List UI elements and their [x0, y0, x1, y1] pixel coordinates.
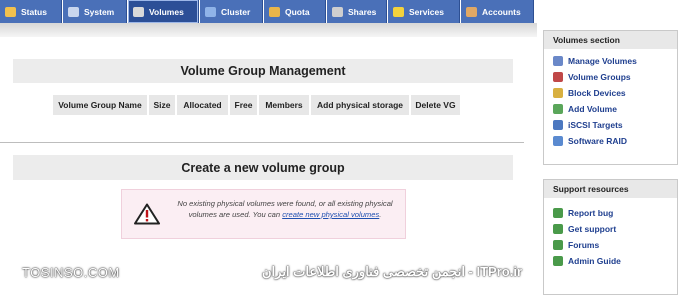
- volume-group-table-header: Volume Group Name Size Allocated Free Me…: [53, 95, 462, 115]
- column-header: Size: [149, 95, 175, 115]
- column-header: Add physical storage: [311, 95, 409, 115]
- tab-status[interactable]: Status: [0, 0, 62, 23]
- sidebar-item-get-support[interactable]: Get support: [544, 221, 677, 237]
- top-nav-tabs: Status System Volumes Cluster Quota Shar…: [0, 0, 678, 23]
- services-icon: [393, 6, 404, 17]
- create-physical-volumes-link[interactable]: create new physical volumes: [282, 210, 379, 219]
- sidebar-item-label: Block Devices: [568, 88, 626, 98]
- column-header: Volume Group Name: [53, 95, 147, 115]
- support-resources-box: Support resources Report bug Get support…: [543, 179, 678, 295]
- support-resources-title: Support resources: [544, 180, 677, 198]
- tab-label: System: [84, 6, 115, 17]
- software-raid-icon: [553, 136, 563, 146]
- sidebar-item-label: Software RAID: [568, 136, 628, 146]
- volume-groups-icon: [553, 72, 563, 82]
- tab-label: Shares: [348, 6, 377, 17]
- main-panel: Volume Group Management Volume Group Nam…: [0, 37, 524, 295]
- warning-message: No existing physical volumes were found,…: [121, 189, 406, 239]
- create-section-title: Create a new volume group: [13, 155, 513, 180]
- tab-label: Status: [21, 6, 47, 17]
- forums-icon: [553, 240, 563, 250]
- watermark-left: TOSINSO.COM: [22, 265, 120, 280]
- tab-volumes[interactable]: Volumes: [128, 0, 199, 23]
- sidebar-item-report-bug[interactable]: Report bug: [544, 205, 677, 221]
- column-header: Delete VG: [411, 95, 460, 115]
- sidebar-item-block-devices[interactable]: Block Devices: [544, 85, 677, 101]
- sidebar-item-label: Volume Groups: [568, 72, 631, 82]
- status-icon: [5, 6, 16, 17]
- sidebar-item-forums[interactable]: Forums: [544, 237, 677, 253]
- sidebar-item-label: Manage Volumes: [568, 56, 637, 66]
- accounts-icon: [466, 6, 477, 17]
- sidebar-item-software-raid[interactable]: Software RAID: [544, 133, 677, 149]
- sidebar-item-label: iSCSI Targets: [568, 120, 623, 130]
- report-bug-icon: [553, 208, 563, 218]
- sidebar-item-label: Report bug: [568, 208, 614, 218]
- watermark-right: ITPro.ir - انجمن تخصصی فناوری اطلاعات ای…: [262, 264, 523, 279]
- sidebar-item-add-volume[interactable]: Add Volume: [544, 101, 677, 117]
- column-header: Free: [230, 95, 257, 115]
- add-volume-icon: [553, 104, 563, 114]
- column-header: Members: [259, 95, 309, 115]
- sidebar-item-manage-volumes[interactable]: Manage Volumes: [544, 53, 677, 69]
- tab-label: Cluster: [221, 6, 251, 17]
- block-devices-icon: [553, 88, 563, 98]
- shares-icon: [332, 6, 343, 17]
- iscsi-targets-icon: [553, 120, 563, 130]
- sidebar-item-volume-groups[interactable]: Volume Groups: [544, 69, 677, 85]
- sidebar-item-iscsi-targets[interactable]: iSCSI Targets: [544, 117, 677, 133]
- warning-text-end: .: [379, 210, 382, 219]
- tab-label: Quota: [285, 6, 310, 17]
- get-support-icon: [553, 224, 563, 234]
- volumes-section-list: Manage Volumes Volume Groups Block Devic…: [544, 49, 677, 149]
- tab-label: Services: [409, 6, 444, 17]
- sidebar-item-label: Admin Guide: [568, 256, 621, 266]
- admin-guide-icon: [553, 256, 563, 266]
- support-resources-list: Report bug Get support Forums Admin Guid…: [544, 198, 677, 269]
- column-header: Allocated: [177, 95, 228, 115]
- tab-system[interactable]: System: [63, 0, 127, 23]
- tab-services[interactable]: Services: [388, 0, 460, 23]
- volumes-section-box: Volumes section Manage Volumes Volume Gr…: [543, 30, 678, 165]
- warning-icon: [134, 203, 160, 225]
- sidebar-item-admin-guide[interactable]: Admin Guide: [544, 253, 677, 269]
- tab-shares[interactable]: Shares: [327, 0, 387, 23]
- sidebar-item-label: Get support: [568, 224, 617, 234]
- tab-label: Volumes: [149, 6, 184, 17]
- section-divider: [0, 142, 524, 143]
- content-top-shade: [0, 23, 537, 37]
- warning-text: No existing physical volumes were found,…: [170, 198, 400, 220]
- system-icon: [68, 6, 79, 17]
- tab-cluster[interactable]: Cluster: [200, 0, 263, 23]
- sidebar-item-label: Add Volume: [568, 104, 617, 114]
- tab-quota[interactable]: Quota: [264, 0, 326, 23]
- volumes-icon: [133, 6, 144, 17]
- page-title: Volume Group Management: [13, 59, 513, 83]
- sidebar-item-label: Forums: [568, 240, 600, 250]
- cluster-icon: [205, 6, 216, 17]
- quota-icon: [269, 6, 280, 17]
- manage-volumes-icon: [553, 56, 563, 66]
- volumes-section-title: Volumes section: [544, 31, 677, 49]
- tab-label: Accounts: [482, 6, 521, 17]
- tab-accounts[interactable]: Accounts: [461, 0, 534, 23]
